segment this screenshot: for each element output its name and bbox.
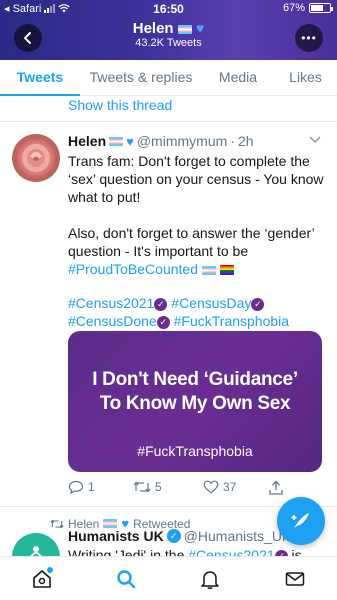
author-name[interactable]: Helen: [68, 133, 106, 149]
compose-icon: [291, 513, 309, 528]
trans-flag-icon: [103, 519, 118, 528]
retweet-icon: [50, 519, 64, 528]
reply-count: 1: [88, 480, 95, 494]
verified-badge-icon: ✓: [166, 529, 181, 543]
mail-icon: [285, 572, 305, 586]
search-icon: [117, 570, 136, 589]
retweet-icon: [133, 481, 151, 493]
trans-flag-icon: [177, 24, 192, 34]
separator-dot: ·: [230, 133, 235, 149]
census-check-icon: ✓: [156, 315, 170, 329]
tweet-text: Trans fam: Don't forget to complete the …: [68, 152, 330, 348]
status-bar: ◂ Safari 16:50 67%: [0, 0, 337, 16]
blue-heart-icon: ♥: [195, 20, 205, 36]
hashtag-censusday[interactable]: #CensusDay: [171, 295, 251, 311]
header-name: Helen: [132, 20, 174, 37]
retweet-button[interactable]: 5: [133, 480, 162, 494]
bell-icon: [201, 571, 219, 589]
profile-tabs: Tweets Tweets & replies Media Likes: [0, 60, 337, 96]
rose-image: [22, 144, 50, 172]
status-right: 67%: [282, 2, 333, 14]
retweet-count: 5: [155, 480, 162, 494]
compose-tweet-button[interactable]: [277, 497, 325, 545]
tweet-paragraph-2-text: Also, don't forget to answer the ‘gender…: [68, 225, 315, 259]
tweet-paragraph-1: Trans fam: Don't forget to complete the …: [68, 153, 324, 205]
reply-button[interactable]: 1: [68, 480, 95, 494]
tweet-paragraph-2: Also, don't forget to answer the ‘gender…: [68, 224, 330, 278]
tab-tweets-replies[interactable]: Tweets & replies: [80, 60, 202, 95]
tweet-count: 43.2K Tweets: [135, 37, 202, 49]
image-text-line-1: I Don't Need ‘Guidance’: [92, 369, 298, 390]
tweet-image[interactable]: I Don't Need ‘Guidance’ To Know My Own S…: [68, 331, 322, 472]
bottom-nav: [0, 556, 337, 600]
tweet-header: Helen ♥ @mimmymum · 2h: [68, 133, 254, 149]
avatar[interactable]: [12, 134, 60, 182]
battery-percent: 67%: [282, 2, 305, 14]
trans-flag-icon: [109, 136, 124, 146]
heart-icon: [203, 480, 219, 494]
hashtag-proudtobecounted[interactable]: #ProudToBeCounted: [68, 261, 198, 277]
battery-fill: [311, 5, 324, 11]
more-options-button[interactable]: •••: [295, 24, 323, 52]
show-this-thread-link[interactable]: Show this thread: [68, 97, 172, 113]
like-count: 37: [223, 480, 237, 494]
author-handle[interactable]: @Humanists_UK: [184, 528, 292, 544]
reply-icon: [68, 480, 84, 494]
profile-header: ◂ Safari 16:50 67% Helen ♥ 43.2K Tweets …: [0, 0, 337, 60]
rainbow-flag-icon: [219, 265, 234, 276]
ellipsis-icon: •••: [301, 31, 317, 45]
tweet-actions: 1 5 37: [68, 480, 298, 498]
battery-icon: [309, 3, 333, 13]
nav-search[interactable]: [114, 567, 138, 591]
author-handle[interactable]: @mimmymum: [137, 133, 227, 149]
nav-home[interactable]: [30, 567, 54, 591]
tab-media[interactable]: Media: [202, 60, 274, 95]
blue-heart-icon: ♥: [126, 133, 134, 149]
image-text-line-2: To Know My Own Sex: [99, 393, 291, 414]
census-check-icon: ✓: [251, 297, 265, 311]
hashtag-censusdone[interactable]: #CensusDone: [68, 313, 157, 329]
chevron-down-icon[interactable]: [309, 133, 321, 147]
nav-notifications[interactable]: [198, 567, 222, 591]
header-title: Helen ♥: [0, 20, 337, 37]
divider: [0, 121, 337, 122]
hashtag-fucktransphobia[interactable]: #FuckTransphobia: [174, 313, 289, 329]
like-button[interactable]: 37: [203, 480, 236, 494]
notification-dot: [47, 567, 53, 573]
tab-likes[interactable]: Likes: [274, 60, 337, 95]
tab-tweets[interactable]: Tweets: [0, 60, 80, 96]
census-check-icon: ✓: [154, 297, 168, 311]
author-name[interactable]: Humanists UK: [68, 528, 164, 544]
trans-flag-icon: [201, 265, 216, 275]
share-button[interactable]: [268, 480, 284, 496]
nav-messages[interactable]: [283, 567, 307, 591]
hashtag-census2021[interactable]: #Census2021: [68, 295, 154, 311]
tweet-header: Humanists UK ✓ @Humanists_UK: [68, 528, 291, 544]
tweet-hashtags: #Census2021 ✓ #CensusDay ✓ #CensusDone ✓ #F…: [68, 294, 330, 330]
tweet-time: 2h: [237, 133, 254, 149]
image-hashtag: #FuckTransphobia: [137, 443, 253, 459]
share-icon: [269, 480, 283, 495]
